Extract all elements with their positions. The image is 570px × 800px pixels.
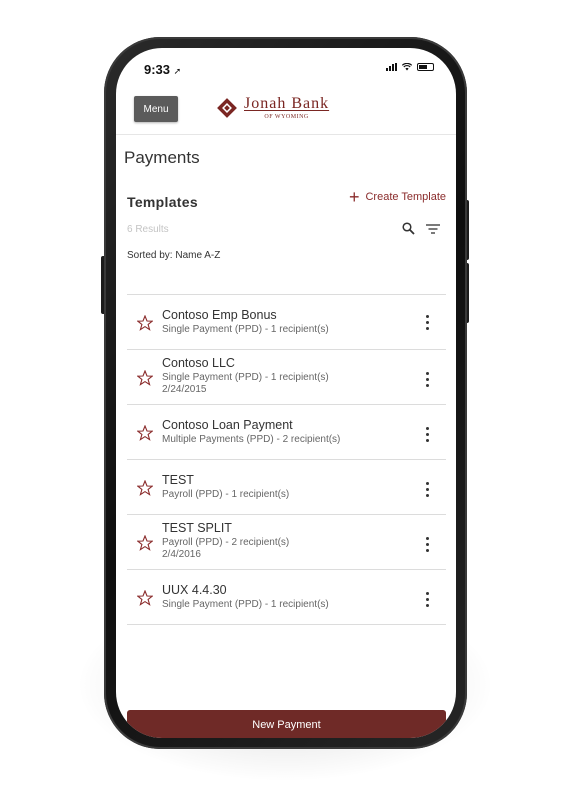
template-date: 2/24/2015 — [162, 384, 207, 395]
app-header: Menu Jonah Bank OF WYOMING — [116, 88, 456, 135]
search-icon[interactable] — [402, 222, 415, 235]
star-icon[interactable] — [137, 425, 153, 441]
more-options-icon[interactable] — [426, 482, 430, 497]
location-arrow-icon: ➚ — [173, 66, 182, 76]
create-template-button[interactable]: + Create Template — [349, 188, 446, 206]
star-icon[interactable] — [137, 370, 153, 386]
signal-icon — [386, 63, 397, 71]
more-options-icon[interactable] — [426, 372, 430, 387]
template-detail: Single Payment (PPD) - 1 recipient(s) — [162, 372, 329, 383]
template-row[interactable]: Contoso Emp Bonus Single Payment (PPD) -… — [127, 295, 446, 350]
logo-text: Jonah Bank OF WYOMING — [244, 95, 330, 121]
menu-button[interactable]: Menu — [134, 96, 178, 122]
status-time: 9:33 ➚ — [144, 62, 181, 77]
results-count: 6 Results — [127, 224, 169, 235]
row-text: Contoso Loan Payment Multiple Payments (… — [162, 418, 340, 446]
template-name: UUX 4.4.30 — [162, 583, 227, 597]
template-row[interactable]: Contoso Loan Payment Multiple Payments (… — [127, 405, 446, 460]
filter-icon[interactable] — [426, 224, 440, 234]
template-name: Contoso LLC — [162, 356, 235, 370]
template-row[interactable]: UUX 4.4.30 Single Payment (PPD) - 1 reci… — [127, 570, 446, 625]
template-list: Contoso Emp Bonus Single Payment (PPD) -… — [127, 295, 446, 625]
template-detail: Single Payment (PPD) - 1 recipient(s) — [162, 324, 329, 335]
new-payment-button[interactable]: New Payment — [127, 710, 446, 738]
star-icon[interactable] — [137, 315, 153, 331]
phone-screen: 9:33 ➚ Menu Jonah Bank OF WYOMING Paymen… — [116, 48, 456, 738]
logo-subtitle: OF WYOMING — [264, 114, 309, 120]
row-text: TEST Payroll (PPD) - 1 recipient(s) — [162, 473, 289, 501]
more-options-icon[interactable] — [426, 592, 430, 607]
logo-name: Jonah Bank — [244, 95, 330, 112]
template-detail: Multiple Payments (PPD) - 2 recipient(s) — [162, 434, 341, 445]
page-title: Payments — [124, 148, 200, 167]
template-detail: Payroll (PPD) - 1 recipient(s) — [162, 489, 290, 500]
template-row[interactable]: TEST SPLIT Payroll (PPD) - 2 recipient(s… — [127, 515, 446, 570]
star-icon[interactable] — [137, 535, 153, 551]
battery-icon — [417, 63, 434, 71]
template-name: TEST SPLIT — [162, 521, 232, 535]
template-date: 2/4/2016 — [162, 549, 201, 560]
more-options-icon[interactable] — [426, 315, 430, 330]
templates-heading: Templates — [127, 194, 198, 210]
template-detail: Single Payment (PPD) - 1 recipient(s) — [162, 599, 329, 610]
create-template-label: Create Template — [365, 191, 446, 203]
logo-diamond-icon — [217, 98, 237, 118]
more-options-icon[interactable] — [426, 537, 430, 552]
status-time-text: 9:33 — [144, 62, 171, 77]
bank-logo[interactable]: Jonah Bank OF WYOMING — [216, 96, 329, 120]
template-detail: Payroll (PPD) - 2 recipient(s) — [162, 537, 290, 548]
more-options-icon[interactable] — [426, 427, 430, 442]
star-icon[interactable] — [137, 590, 153, 606]
template-name: Contoso Loan Payment — [162, 418, 293, 432]
wifi-icon — [402, 63, 412, 71]
row-text: TEST SPLIT Payroll (PPD) - 2 recipient(s… — [162, 521, 289, 561]
row-text: Contoso Emp Bonus Single Payment (PPD) -… — [162, 308, 329, 336]
template-row[interactable]: Contoso LLC Single Payment (PPD) - 1 rec… — [127, 350, 446, 405]
plus-icon: + — [348, 187, 360, 207]
stage: 9:33 ➚ Menu Jonah Bank OF WYOMING Paymen… — [0, 0, 570, 800]
row-text: UUX 4.4.30 Single Payment (PPD) - 1 reci… — [162, 583, 329, 611]
status-icons — [386, 63, 434, 71]
template-row[interactable]: TEST Payroll (PPD) - 1 recipient(s) — [127, 460, 446, 515]
sorted-by-label: Sorted by: Name A-Z — [127, 250, 221, 261]
template-name: Contoso Emp Bonus — [162, 308, 277, 322]
row-text: Contoso LLC Single Payment (PPD) - 1 rec… — [162, 356, 329, 396]
star-icon[interactable] — [137, 480, 153, 496]
menu-button-label: Menu — [143, 103, 169, 115]
new-payment-label: New Payment — [252, 719, 321, 731]
template-name: TEST — [162, 473, 194, 487]
